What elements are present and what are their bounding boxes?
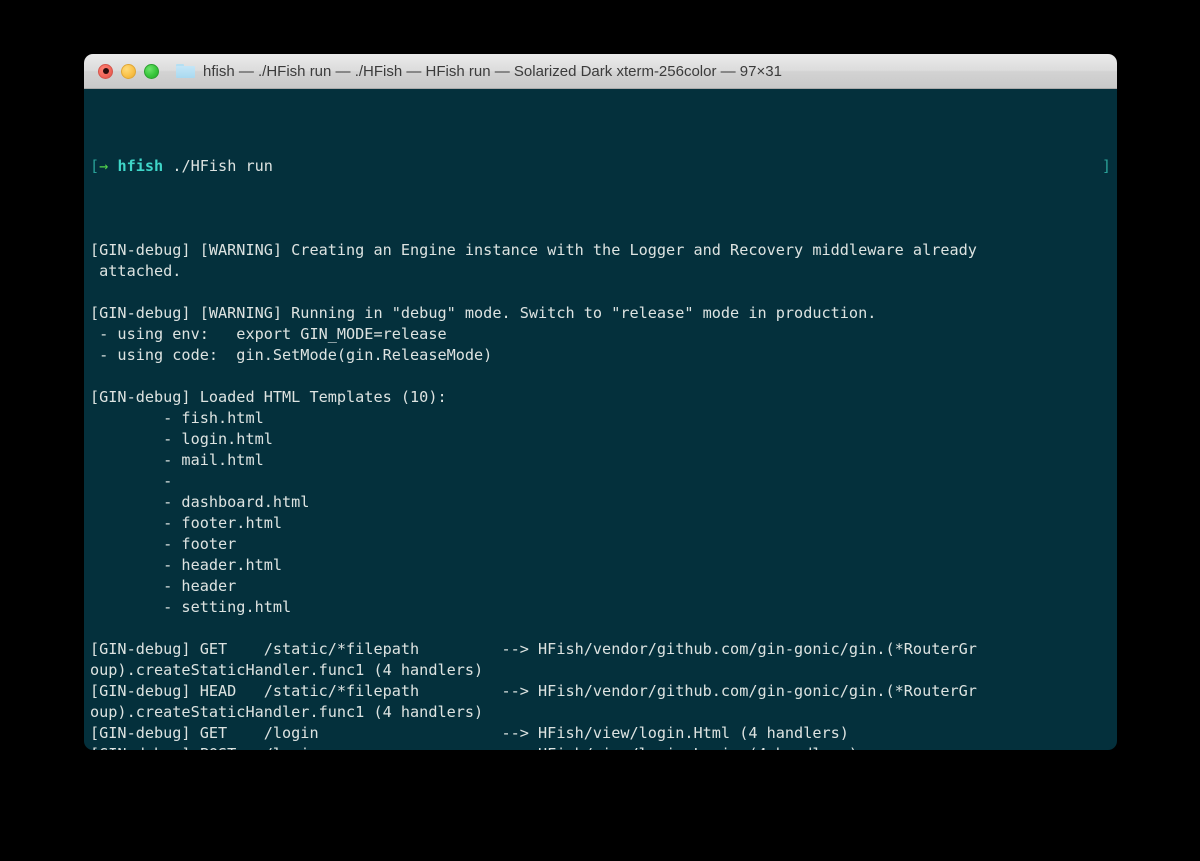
terminal-line: [GIN-debug] [WARNING] Creating an Engine… xyxy=(90,241,977,259)
terminal-line: [GIN-debug] Loaded HTML Templates (10): xyxy=(90,388,447,406)
close-button[interactable] xyxy=(98,63,113,79)
terminal-line: - header.html xyxy=(90,556,283,574)
window-title: hfish — ./HFish run — ./HFish — HFish ru… xyxy=(203,62,782,80)
terminal-line: [GIN-debug] POST /login --> HFish/view/l… xyxy=(90,744,1111,750)
prompt-bracket-open: [ xyxy=(90,157,100,175)
terminal-line: - footer.html xyxy=(90,514,283,532)
prompt-directory: hfish xyxy=(117,157,164,175)
terminal-line: oup).createStaticHandler.func1 (4 handle… xyxy=(90,661,484,679)
terminal-output-area[interactable]: [→ hfish ./HFish run] [GIN-debug] [WARNI… xyxy=(84,89,1117,750)
terminal-line: - mail.html xyxy=(90,451,264,469)
minimize-button[interactable] xyxy=(121,63,136,79)
window-titlebar[interactable]: hfish — ./HFish run — ./HFish — HFish ru… xyxy=(84,54,1117,89)
terminal-line: [GIN-debug] [WARNING] Running in "debug"… xyxy=(90,304,877,322)
prompt-command: ./HFish run xyxy=(172,157,273,175)
terminal-line: - xyxy=(90,472,182,490)
shell-prompt-line: [→ hfish ./HFish run] xyxy=(90,156,1111,177)
prompt-bracket-close: ] xyxy=(1101,157,1111,175)
terminal-line: [GIN-debug] GET /static/*filepath --> HF… xyxy=(90,640,977,658)
terminal-line: - login.html xyxy=(90,430,273,448)
terminal-log-lines: [GIN-debug] [WARNING] Creating an Engine… xyxy=(90,240,1111,750)
terminal-window: hfish — ./HFish run — ./HFish — HFish ru… xyxy=(84,54,1117,750)
terminal-text: [→ hfish ./HFish run] [GIN-debug] [WARNI… xyxy=(84,93,1117,750)
folder-icon xyxy=(176,63,195,79)
terminal-line: - using env: export GIN_MODE=release xyxy=(90,325,447,343)
terminal-line: - footer xyxy=(90,535,237,553)
desktop-background: hfish — ./HFish run — ./HFish — HFish ru… xyxy=(0,0,1200,861)
terminal-line: [GIN-debug] GET /login --> HFish/view/lo… xyxy=(90,724,849,742)
terminal-line: attached. xyxy=(90,262,182,280)
terminal-line: - dashboard.html xyxy=(90,493,310,511)
terminal-line: oup).createStaticHandler.func1 (4 handle… xyxy=(90,703,484,721)
maximize-button[interactable] xyxy=(144,63,159,79)
terminal-line: - header xyxy=(90,577,237,595)
terminal-line: - setting.html xyxy=(90,598,292,616)
prompt-arrow-icon: → xyxy=(99,157,109,175)
terminal-line: [GIN-debug] HEAD /static/*filepath --> H… xyxy=(90,682,977,700)
window-controls xyxy=(84,63,159,79)
terminal-line: - using code: gin.SetMode(gin.ReleaseMod… xyxy=(90,346,493,364)
terminal-line: - fish.html xyxy=(90,409,264,427)
